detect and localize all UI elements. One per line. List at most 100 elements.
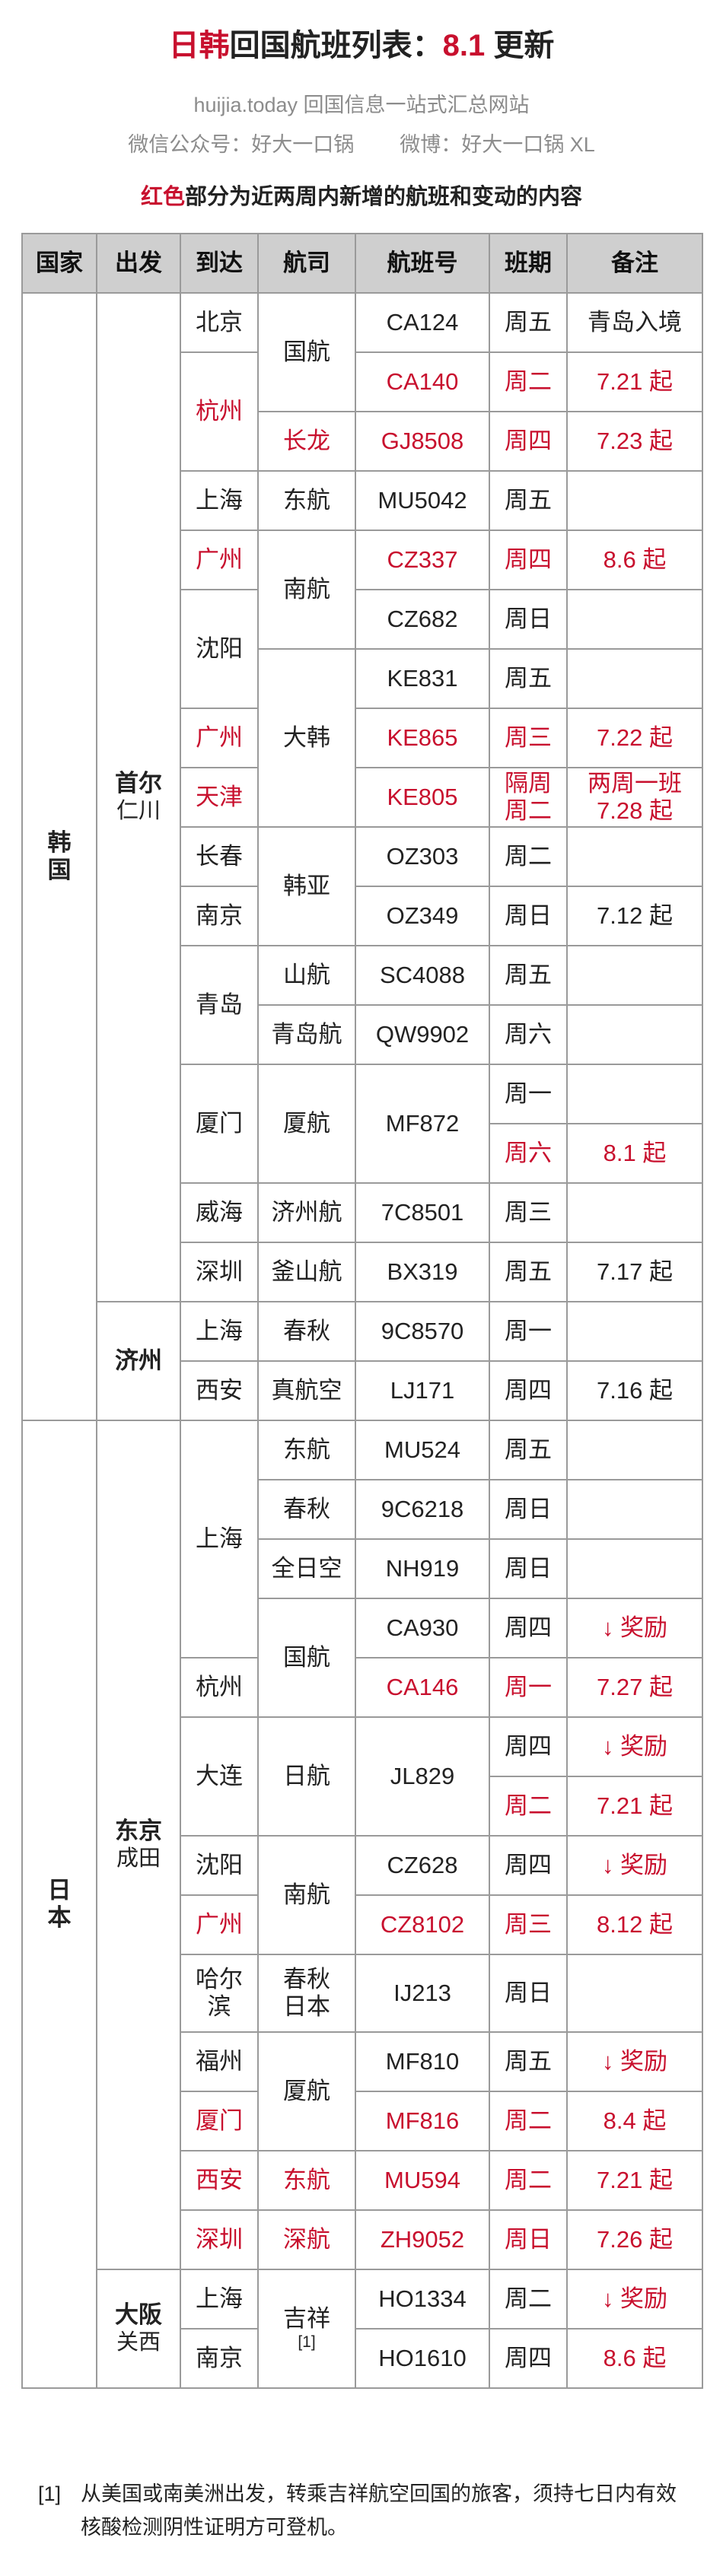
flight-cell: MF872 — [355, 1064, 490, 1184]
note-cell: ↓ 奖励 — [566, 1598, 703, 1658]
flight-cell: ZH9052 — [355, 2209, 490, 2270]
weibo-account: 微博：好大一口锅 XL — [400, 133, 595, 156]
day-cell: 周四 — [489, 1598, 568, 1658]
table-row: 日 本 东京 成田 上海 东航 MU524 周五 — [21, 1420, 703, 2389]
flight-cell: MU524 — [355, 1420, 490, 1480]
dest-cell: 厦门 — [180, 2091, 259, 2151]
note-cell: ↓ 奖励 — [566, 2269, 703, 2330]
dest-cell: 福州 — [180, 2031, 259, 2092]
flight-cell: CA124 — [355, 292, 490, 353]
dest-cell: 上海 — [180, 1420, 259, 1658]
day-cell: 周四 — [489, 1716, 568, 1777]
site-line: huijia.today 回国信息一站式汇总网站 — [193, 94, 530, 116]
dest-cell: 上海 — [180, 2269, 259, 2330]
flight-cell: SC4088 — [355, 945, 490, 1006]
flight-cell: CA140 — [355, 351, 490, 412]
day-cell: 周二 — [489, 2091, 568, 2151]
origin-cell-jinan: 济州 — [96, 1301, 181, 1421]
footnote-ref: [1] — [298, 2333, 316, 2351]
day-cell: 周日 — [489, 589, 568, 650]
wechat-account: 微信公众号：好大一口锅 — [128, 133, 355, 156]
flight-cell: HO1610 — [355, 2328, 490, 2389]
flight-cell: 9C8570 — [355, 1301, 490, 1362]
page-title: 日韩回国航班列表：8.1 更新 — [0, 23, 723, 68]
dest-cell: 南京 — [180, 886, 259, 946]
table-row: 韩 国 首尔 仁川 北京 国航 CA124 周五 青岛入境 — [21, 292, 703, 1421]
note-cell: 8.6 起 — [566, 2328, 703, 2389]
note-cell — [566, 945, 703, 1006]
airline-cell: 春秋 — [257, 1301, 356, 1362]
day-cell: 周日 — [489, 2209, 568, 2270]
day-cell: 周一 — [489, 1301, 568, 1362]
legend-note: 红色部分为近两周内新增的航班和变动的内容 — [0, 180, 723, 215]
flight-cell: LJ171 — [355, 1360, 490, 1421]
flight-cell: BX319 — [355, 1242, 490, 1302]
day-cell: 周一 — [489, 1064, 568, 1124]
day-cell: 周五 — [489, 470, 568, 531]
note-cell: 两周一班 7.28 起 — [566, 767, 703, 828]
airline-cell: 东航 — [257, 470, 356, 531]
airline-cell: 大韩 — [257, 648, 356, 828]
dest-cell: 威海 — [180, 1182, 259, 1243]
note-cell: 8.1 起 — [566, 1123, 703, 1184]
airline-cell: 青岛航 — [257, 1004, 356, 1065]
day-cell: 周四 — [489, 1835, 568, 1896]
day-cell: 周二 — [489, 1776, 568, 1837]
title-version: 8.1 — [442, 29, 486, 62]
dest-cell: 杭州 — [180, 1657, 259, 1718]
flight-cell: MF810 — [355, 2031, 490, 2092]
flight-cell: CA930 — [355, 1598, 490, 1658]
col-header-flight-no: 航班号 — [355, 233, 490, 294]
day-cell: 周一 — [489, 1657, 568, 1718]
table-header-row: 国家 出发 到达 航司 航班号 班期 备注 — [21, 233, 703, 294]
dest-cell: 深圳 — [180, 1242, 259, 1302]
origin-cell-tokyo: 东京 成田 — [96, 1420, 181, 2270]
airline-cell: 全日空 — [257, 1538, 356, 1599]
note-cell: 7.26 起 — [566, 2209, 703, 2270]
dest-cell: 南京 — [180, 2328, 259, 2389]
day-cell: 周日 — [489, 1954, 568, 2033]
day-cell: 周四 — [489, 2328, 568, 2389]
flight-cell: KE831 — [355, 648, 490, 709]
note-cell: ↓ 奖励 — [566, 2031, 703, 2092]
footnote-text: 从美国或南美洲出发，转乘吉祥航空回国的旅客，须持七日内有效核酸检测阴性证明方可登… — [81, 2482, 677, 2539]
dest-cell: 上海 — [180, 1301, 259, 1362]
dest-cell: 广州 — [180, 1894, 259, 1955]
note-cell — [566, 589, 703, 650]
day-cell: 周五 — [489, 1242, 568, 1302]
note-cell: 8.6 起 — [566, 530, 703, 590]
country-cell-korea: 韩 国 — [21, 292, 97, 1421]
flight-cell: CZ337 — [355, 530, 490, 590]
note-cell: 8.4 起 — [566, 2091, 703, 2151]
note-cell: 7.17 起 — [566, 1242, 703, 1302]
airline-cell: 深航 — [257, 2209, 356, 2270]
title-suffix: 更新 — [485, 29, 555, 62]
airline-cell: 吉祥 [1] — [257, 2269, 356, 2389]
airline-cell: 长龙 — [257, 411, 356, 472]
dest-cell: 青岛 — [180, 945, 259, 1065]
dest-cell: 深圳 — [180, 2209, 259, 2270]
note-cell: 7.21 起 — [566, 1776, 703, 1837]
flight-cell: OZ349 — [355, 886, 490, 946]
footnote-mark: [1] — [38, 2482, 62, 2505]
flight-cell: JL829 — [355, 1716, 490, 1837]
note-cell: 青岛入境 — [566, 292, 703, 353]
airline-cell: 春秋 日本 — [257, 1954, 356, 2033]
footnote: [1] 从美国或南美洲出发，转乘吉祥航空回国的旅客，须持七日内有效核酸检测阴性证… — [38, 2477, 693, 2544]
dest-cell: 大连 — [180, 1716, 259, 1837]
country-cell-japan: 日 本 — [21, 1420, 97, 2389]
note-cell: 7.22 起 — [566, 708, 703, 768]
airline-cell: 厦航 — [257, 1064, 356, 1184]
airline-cell: 山航 — [257, 945, 356, 1006]
day-cell: 周六 — [489, 1004, 568, 1065]
day-cell: 周三 — [489, 708, 568, 768]
dest-cell: 沈阳 — [180, 589, 259, 709]
note-cell — [566, 826, 703, 887]
note-cell: 7.16 起 — [566, 1360, 703, 1421]
flight-cell: CZ682 — [355, 589, 490, 650]
flight-cell: 9C6218 — [355, 1479, 490, 1540]
day-cell: 隔周 周二 — [489, 767, 568, 828]
airline-cell: 南航 — [257, 530, 356, 650]
flight-cell: KE805 — [355, 767, 490, 828]
dest-cell: 广州 — [180, 530, 259, 590]
